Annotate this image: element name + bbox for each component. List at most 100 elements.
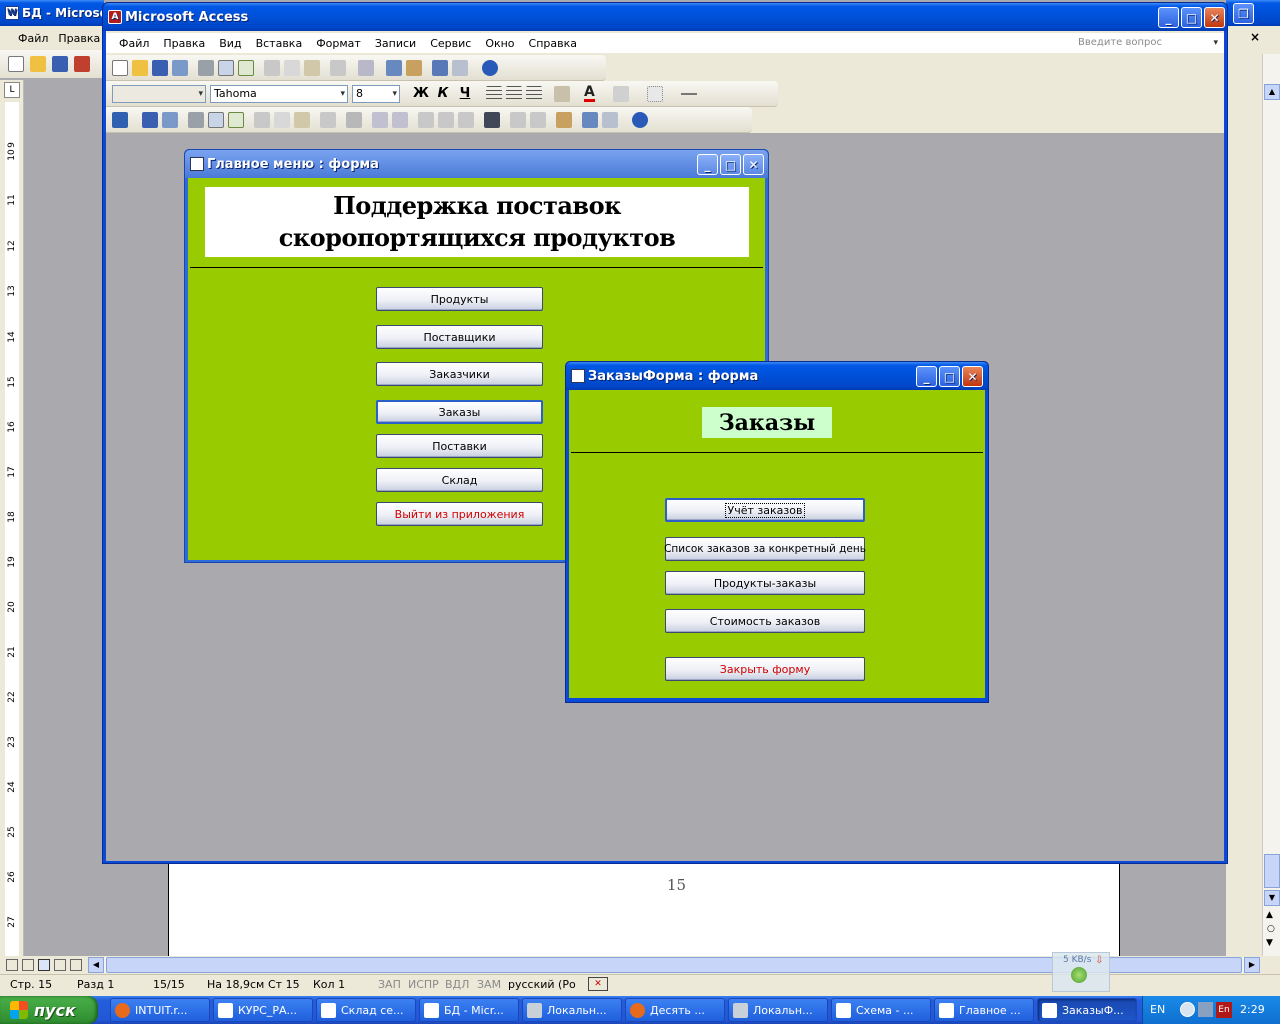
customers-button[interactable]: Заказчики bbox=[376, 362, 543, 386]
orders-cost-button[interactable]: Стоимость заказов bbox=[665, 609, 865, 633]
print-view-icon[interactable] bbox=[38, 959, 50, 971]
file-search-icon[interactable] bbox=[172, 59, 188, 76]
new-object-form-icon[interactable] bbox=[602, 111, 618, 128]
orders-form-title-bar[interactable]: ЗаказыФорма : форма _ □ ✕ bbox=[566, 362, 988, 390]
open-folder-icon[interactable] bbox=[30, 56, 46, 72]
apply-filter-icon[interactable] bbox=[458, 111, 474, 128]
hyperlink-icon[interactable] bbox=[346, 111, 362, 128]
taskbar-item-sklad[interactable]: Склад се... bbox=[316, 998, 416, 1022]
taskbar-item-schema[interactable]: Схема - ... bbox=[831, 998, 931, 1022]
menu-help[interactable]: Справка bbox=[522, 37, 584, 50]
next-page-icon[interactable]: ▼ bbox=[1266, 938, 1273, 948]
taskbar-item-kurs[interactable]: КУРС_РА... bbox=[213, 998, 313, 1022]
main-form-minimize-button[interactable]: _ bbox=[697, 154, 718, 175]
orders-button[interactable]: Заказы bbox=[376, 400, 543, 424]
order-accounting-button[interactable]: Учёт заказов bbox=[665, 498, 865, 522]
warehouse-button[interactable]: Склад bbox=[376, 468, 543, 492]
products-orders-button[interactable]: Продукты-заказы bbox=[665, 571, 865, 595]
spell-form-icon[interactable] bbox=[228, 111, 244, 128]
bold-button[interactable]: Ж bbox=[412, 86, 430, 101]
hscroll-left-arrow-icon[interactable]: ◀ bbox=[88, 957, 104, 973]
orders-form-minimize-button[interactable]: _ bbox=[916, 366, 937, 387]
copy-form-icon[interactable] bbox=[274, 111, 290, 128]
word-vertical-scrollbar[interactable]: ▲ ▼ ▲ ○ ▼ bbox=[1262, 54, 1280, 956]
help-dropdown-icon[interactable]: ▾ bbox=[1213, 35, 1218, 51]
suppliers-button[interactable]: Поставщики bbox=[376, 325, 543, 349]
taskbar-item-local-1[interactable]: Локальн... bbox=[522, 998, 622, 1022]
menu-view[interactable]: Вид bbox=[212, 37, 248, 50]
spelling-icon[interactable] bbox=[238, 59, 254, 76]
exit-application-button[interactable]: Выйти из приложения bbox=[376, 502, 543, 526]
web-view-icon[interactable] bbox=[22, 959, 34, 971]
sort-descending-icon[interactable] bbox=[392, 111, 408, 128]
help-form-icon[interactable] bbox=[632, 111, 648, 128]
word-title-bar-right[interactable]: ❐ bbox=[1226, 0, 1280, 26]
special-effect-icon[interactable] bbox=[646, 85, 663, 102]
start-button[interactable]: пуск bbox=[0, 996, 98, 1024]
new-record-icon[interactable] bbox=[510, 111, 526, 128]
tray-back-icon[interactable] bbox=[1180, 1002, 1195, 1017]
menu-records[interactable]: Записи bbox=[368, 37, 423, 50]
sort-ascending-icon[interactable] bbox=[372, 111, 388, 128]
new-doc-icon[interactable] bbox=[8, 56, 24, 72]
underline-button[interactable]: Ч bbox=[456, 86, 474, 101]
print-form-icon[interactable] bbox=[188, 111, 204, 128]
word-close-doc-x-icon[interactable]: × bbox=[1250, 30, 1260, 44]
fill-color-icon[interactable] bbox=[554, 85, 570, 102]
filter-by-form-icon[interactable] bbox=[438, 111, 454, 128]
save-form-icon[interactable] bbox=[142, 111, 158, 128]
view-icon[interactable] bbox=[112, 111, 128, 128]
prev-page-icon[interactable]: ▲ bbox=[1266, 910, 1273, 920]
search-icon[interactable] bbox=[162, 111, 178, 128]
line-color-icon[interactable] bbox=[612, 85, 629, 102]
ruler-tab-selector[interactable]: L bbox=[4, 82, 20, 98]
paste-form-icon[interactable] bbox=[294, 111, 310, 128]
products-button[interactable]: Продукты bbox=[376, 287, 543, 311]
font-color-icon[interactable]: A bbox=[584, 85, 595, 102]
taskbar-item-ten[interactable]: Десять ... bbox=[625, 998, 725, 1022]
scroll-thumb[interactable] bbox=[1264, 854, 1280, 888]
open-icon[interactable] bbox=[132, 59, 148, 76]
normal-view-icon[interactable] bbox=[6, 959, 18, 971]
print-icon[interactable] bbox=[198, 59, 214, 76]
access-minimize-button[interactable]: _ bbox=[1158, 7, 1179, 28]
object-combo[interactable] bbox=[112, 84, 206, 103]
orders-form-close-button[interactable]: ✕ bbox=[962, 366, 983, 387]
taskbar-item-intuit[interactable]: INTUIT.r... bbox=[110, 998, 210, 1022]
reading-view-icon[interactable] bbox=[70, 959, 82, 971]
align-right-icon[interactable] bbox=[526, 85, 542, 102]
italic-button[interactable]: К bbox=[434, 86, 452, 101]
language-indicator[interactable]: EN bbox=[1150, 1003, 1165, 1016]
access-maximize-button[interactable]: □ bbox=[1181, 7, 1202, 28]
save-icon[interactable] bbox=[152, 59, 168, 76]
word-title-bar[interactable]: W БД - Microsoft bbox=[0, 0, 104, 26]
word-menu-edit[interactable]: Правка bbox=[58, 32, 100, 45]
close-form-button[interactable]: Закрыть форму bbox=[665, 657, 865, 681]
main-form-maximize-button[interactable]: □ bbox=[720, 154, 741, 175]
line-width-icon[interactable] bbox=[680, 85, 697, 102]
tray-network-icon[interactable] bbox=[1198, 1002, 1213, 1017]
paste-icon[interactable] bbox=[304, 59, 320, 76]
relationships-icon[interactable] bbox=[432, 59, 448, 76]
menu-format[interactable]: Формат bbox=[309, 37, 368, 50]
scroll-up-arrow-icon[interactable]: ▲ bbox=[1264, 84, 1280, 100]
spelling-status-icon[interactable]: ✕ bbox=[588, 977, 608, 991]
main-form-title-bar[interactable]: Главное меню : форма _ □ ✕ bbox=[185, 150, 768, 178]
help-icon[interactable] bbox=[482, 59, 498, 76]
document-page[interactable]: 15 bbox=[168, 862, 1120, 956]
menu-insert[interactable]: Вставка bbox=[249, 37, 310, 50]
save-icon[interactable] bbox=[52, 56, 68, 72]
office-links-icon[interactable] bbox=[358, 59, 374, 76]
orders-form-maximize-button[interactable]: □ bbox=[939, 366, 960, 387]
new-object-icon[interactable] bbox=[452, 59, 468, 76]
copy-icon[interactable] bbox=[284, 59, 300, 76]
cut-icon[interactable] bbox=[264, 59, 280, 76]
access-title-bar[interactable]: A Microsoft Access _ □ ✕ bbox=[103, 3, 1227, 31]
taskbar-item-orders-form[interactable]: ЗаказыФ... bbox=[1037, 998, 1137, 1022]
database-window-icon[interactable] bbox=[582, 111, 598, 128]
properties-form-icon[interactable] bbox=[556, 111, 572, 128]
undo-icon[interactable] bbox=[330, 59, 346, 76]
align-left-icon[interactable] bbox=[486, 85, 502, 102]
status-trk[interactable]: ИСПР bbox=[408, 978, 439, 991]
font-size-combo[interactable]: 8 bbox=[352, 84, 400, 103]
